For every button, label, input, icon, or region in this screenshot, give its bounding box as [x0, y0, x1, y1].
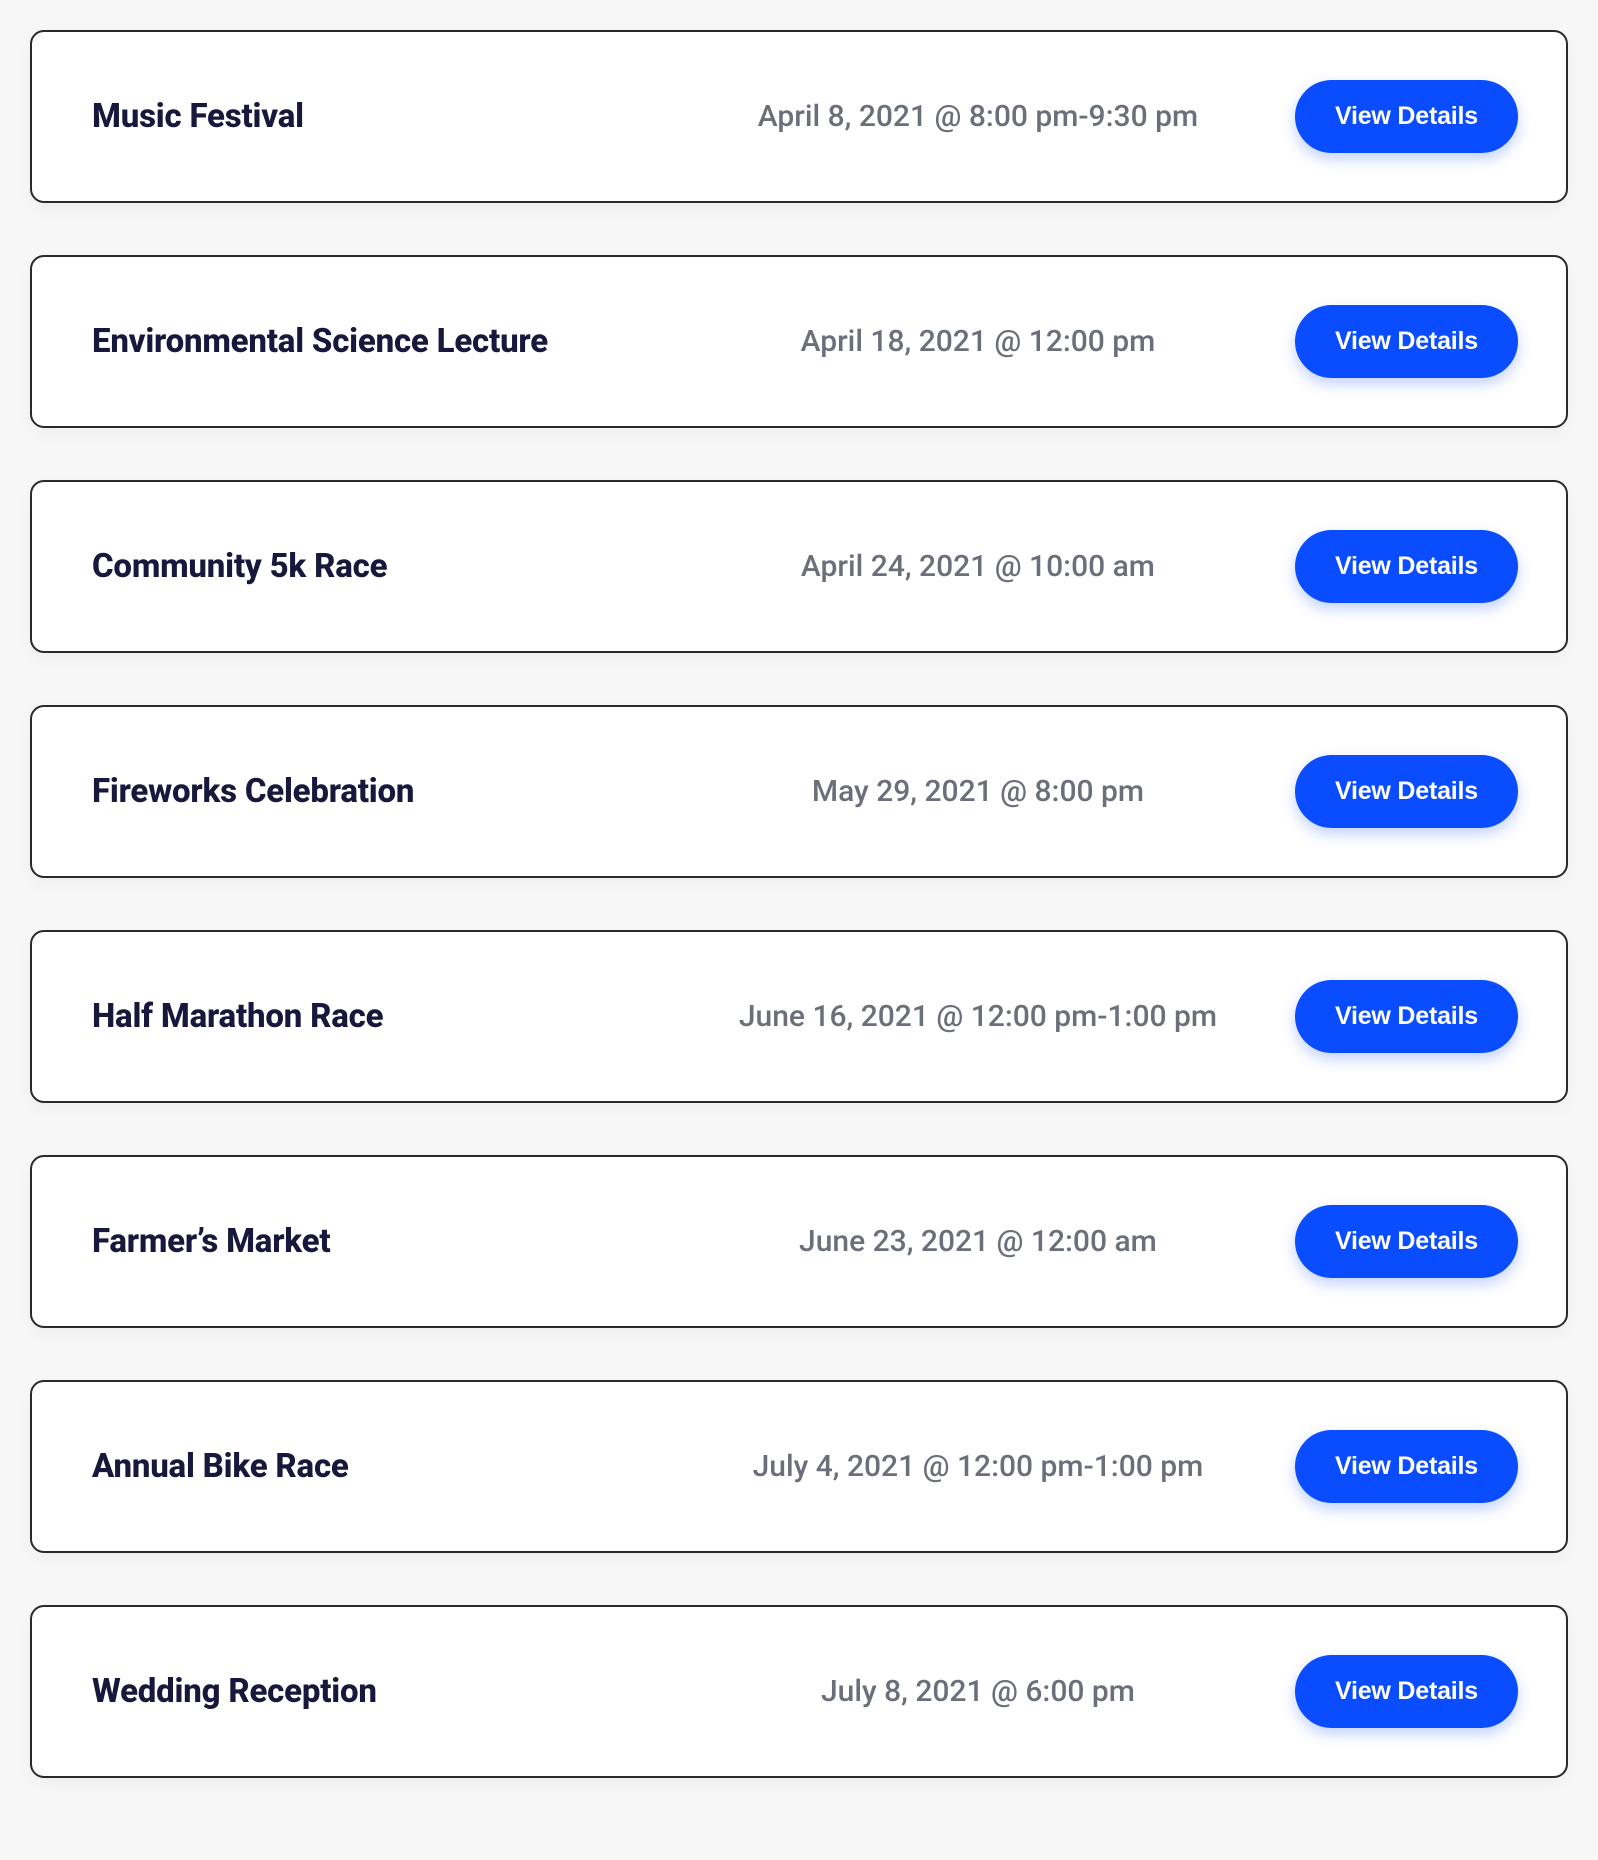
event-card: Community 5k Race April 24, 2021 @ 10:00… — [30, 480, 1568, 653]
view-details-button[interactable]: View Details — [1295, 980, 1518, 1053]
event-card: Fireworks Celebration May 29, 2021 @ 8:0… — [30, 705, 1568, 878]
event-date: April 8, 2021 @ 8:00 pm-9:30 pm — [691, 99, 1265, 134]
event-date: July 8, 2021 @ 6:00 pm — [691, 1674, 1265, 1709]
event-date: April 24, 2021 @ 10:00 am — [691, 549, 1265, 584]
event-action: View Details — [1295, 1655, 1518, 1728]
event-card: Music Festival April 8, 2021 @ 8:00 pm-9… — [30, 30, 1568, 203]
event-card: Farmer’s Market June 23, 2021 @ 12:00 am… — [30, 1155, 1568, 1328]
event-title: Farmer’s Market — [92, 1222, 691, 1261]
event-date: June 23, 2021 @ 12:00 am — [691, 1224, 1265, 1259]
event-action: View Details — [1295, 1205, 1518, 1278]
event-date: June 16, 2021 @ 12:00 pm-1:00 pm — [691, 999, 1265, 1034]
event-title: Environmental Science Lecture — [92, 322, 691, 361]
event-title: Wedding Reception — [92, 1672, 691, 1711]
view-details-button[interactable]: View Details — [1295, 1205, 1518, 1278]
event-card: Environmental Science Lecture April 18, … — [30, 255, 1568, 428]
view-details-button[interactable]: View Details — [1295, 755, 1518, 828]
event-action: View Details — [1295, 1430, 1518, 1503]
event-date: May 29, 2021 @ 8:00 pm — [691, 774, 1265, 809]
view-details-button[interactable]: View Details — [1295, 80, 1518, 153]
event-action: View Details — [1295, 980, 1518, 1053]
event-card: Wedding Reception July 8, 2021 @ 6:00 pm… — [30, 1605, 1568, 1778]
event-action: View Details — [1295, 305, 1518, 378]
event-action: View Details — [1295, 755, 1518, 828]
view-details-button[interactable]: View Details — [1295, 305, 1518, 378]
event-date: April 18, 2021 @ 12:00 pm — [691, 324, 1265, 359]
event-date: July 4, 2021 @ 12:00 pm-1:00 pm — [691, 1449, 1265, 1484]
view-details-button[interactable]: View Details — [1295, 1655, 1518, 1728]
view-details-button[interactable]: View Details — [1295, 1430, 1518, 1503]
event-title: Fireworks Celebration — [92, 772, 691, 811]
event-title: Half Marathon Race — [92, 997, 691, 1036]
event-card: Annual Bike Race July 4, 2021 @ 12:00 pm… — [30, 1380, 1568, 1553]
event-action: View Details — [1295, 530, 1518, 603]
event-card: Half Marathon Race June 16, 2021 @ 12:00… — [30, 930, 1568, 1103]
event-title: Community 5k Race — [92, 547, 691, 586]
event-title: Music Festival — [92, 97, 691, 136]
event-action: View Details — [1295, 80, 1518, 153]
event-title: Annual Bike Race — [92, 1447, 691, 1486]
view-details-button[interactable]: View Details — [1295, 530, 1518, 603]
